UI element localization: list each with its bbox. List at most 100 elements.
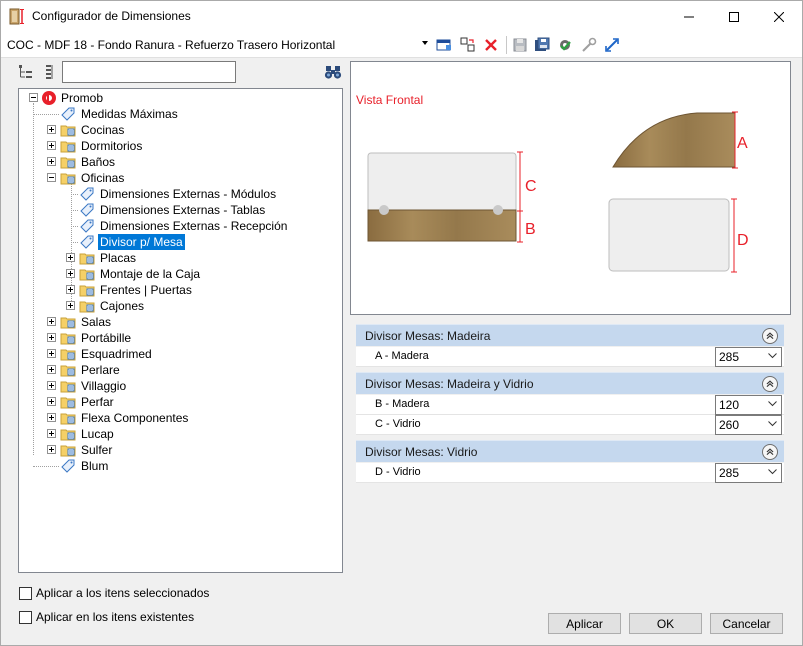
apply-existing-label[interactable]: Aplicar en los itens existentes xyxy=(36,610,194,624)
expand-expander[interactable] xyxy=(47,413,56,422)
tree-node[interactable]: Dimensiones Externas - Recepción xyxy=(19,218,342,234)
tree-node[interactable]: Cocinas xyxy=(19,122,342,138)
tree-node[interactable]: Perlare xyxy=(19,362,342,378)
tree-node[interactable]: Esquadrimed xyxy=(19,346,342,362)
tree-node[interactable]: Medidas Máximas xyxy=(19,106,342,122)
tree-node[interactable]: Frentes | Puertas xyxy=(19,282,342,298)
tree-label: Perlare xyxy=(81,363,120,377)
collapse-expander[interactable] xyxy=(29,93,38,102)
folder-icon xyxy=(60,429,76,441)
tree-node[interactable]: Flexa Componentes xyxy=(19,410,342,426)
expand-expander[interactable] xyxy=(47,349,56,358)
toolbar-separator xyxy=(506,36,507,54)
expand-expander[interactable] xyxy=(47,365,56,374)
group-title: Divisor Mesas: Madeira y Vidrio xyxy=(365,377,534,391)
property-value-select[interactable]: 260 xyxy=(715,415,782,435)
property-value-select[interactable]: 285 xyxy=(715,347,782,367)
tree-node[interactable]: Dimensiones Externas - Módulos xyxy=(19,186,342,202)
chevron-down-icon xyxy=(768,401,777,407)
expand-expander[interactable] xyxy=(47,141,56,150)
folder-icon xyxy=(60,349,76,361)
expand-expander[interactable] xyxy=(66,269,75,278)
folder-icon xyxy=(60,397,76,409)
close-button[interactable] xyxy=(756,1,802,32)
tree-node[interactable]: Sulfer xyxy=(19,442,342,458)
tree-node-promob[interactable]: Promob xyxy=(19,90,342,106)
expand-expander[interactable] xyxy=(47,445,56,454)
tree-node[interactable]: Montaje de la Caja xyxy=(19,266,342,282)
apply-selected-label[interactable]: Aplicar a los itens seleccionados xyxy=(36,586,209,600)
glass-support-left xyxy=(379,205,389,215)
minimize-button[interactable] xyxy=(666,1,712,32)
save-icon[interactable] xyxy=(511,36,529,54)
group-header-madeira[interactable]: Divisor Mesas: Madeira xyxy=(356,324,784,346)
collapse-tree-icon[interactable] xyxy=(42,64,58,80)
tree-label: Portábille xyxy=(81,331,132,345)
apply-button[interactable]: Aplicar xyxy=(548,613,621,634)
collapse-chevron-icon[interactable] xyxy=(762,328,778,344)
expand-expander[interactable] xyxy=(47,333,56,342)
tree-node[interactable]: Dimensiones Externas - Tablas xyxy=(19,202,342,218)
collapse-expander[interactable] xyxy=(47,173,56,182)
tree-node-selected[interactable]: Divisor p/ Mesa xyxy=(19,234,342,250)
ok-button[interactable]: OK xyxy=(629,613,702,634)
expand-expander[interactable] xyxy=(47,125,56,134)
group-header-vidrio[interactable]: Divisor Mesas: Vidrio xyxy=(356,440,784,462)
tree-search-input[interactable] xyxy=(62,61,236,83)
tree-label: Sulfer xyxy=(81,443,113,457)
copy-icon[interactable] xyxy=(459,36,477,54)
tree-label: Medidas Máximas xyxy=(81,107,178,121)
property-value: 285 xyxy=(719,350,740,364)
expand-tree-icon[interactable] xyxy=(18,64,34,80)
folder-icon xyxy=(60,125,76,137)
apply-existing-checkbox[interactable] xyxy=(19,611,32,624)
tree-node[interactable]: Oficinas xyxy=(19,170,342,186)
property-row-a-madera: A - Madera 285 xyxy=(356,347,784,367)
expand-expander[interactable] xyxy=(47,381,56,390)
folder-icon xyxy=(79,269,95,281)
tree-node[interactable]: Perfar xyxy=(19,394,342,410)
tree-node[interactable]: Portábille xyxy=(19,330,342,346)
tree-node[interactable]: Baños xyxy=(19,154,342,170)
configuration-dropdown-caret[interactable] xyxy=(422,41,428,45)
tree-node[interactable]: Blum xyxy=(19,458,342,474)
property-row-c-vidrio: C - Vidrio 260 xyxy=(356,415,784,435)
property-row-d-vidrio: D - Vidrio 285 xyxy=(356,463,784,483)
tree-node[interactable]: Salas xyxy=(19,314,342,330)
expand-expander[interactable] xyxy=(47,429,56,438)
delete-icon[interactable] xyxy=(482,36,500,54)
expand-expander[interactable] xyxy=(47,397,56,406)
tree-label: Dormitorios xyxy=(81,139,143,153)
property-value-select[interactable]: 285 xyxy=(715,463,782,483)
dimension-tree[interactable]: Promob Medidas Máximas Cocinas Dormitori… xyxy=(18,88,343,573)
property-value: 120 xyxy=(719,398,740,412)
expand-expander[interactable] xyxy=(66,301,75,310)
collapse-chevron-icon[interactable] xyxy=(762,376,778,392)
tools-icon[interactable] xyxy=(580,36,598,54)
tree-node[interactable]: Cajones xyxy=(19,298,342,314)
cancel-button[interactable]: Cancelar xyxy=(710,613,783,634)
expand-expander[interactable] xyxy=(66,285,75,294)
window-icon[interactable] xyxy=(435,36,453,54)
tree-node[interactable]: Lucap xyxy=(19,426,342,442)
tree-node[interactable]: Placas xyxy=(19,250,342,266)
expand-expander[interactable] xyxy=(47,157,56,166)
configuration-name[interactable]: COC - MDF 18 - Fondo Ranura - Refuerzo T… xyxy=(7,38,335,52)
tree-node[interactable]: Dormitorios xyxy=(19,138,342,154)
binoculars-search-icon[interactable] xyxy=(324,64,342,80)
expand-expander[interactable] xyxy=(47,317,56,326)
save-all-icon[interactable] xyxy=(533,36,551,54)
expand-expander[interactable] xyxy=(66,253,75,262)
folder-icon xyxy=(79,301,95,313)
chevron-down-icon xyxy=(768,469,777,475)
apply-selected-checkbox[interactable] xyxy=(19,587,32,600)
group-header-madeira-vidrio[interactable]: Divisor Mesas: Madeira y Vidrio xyxy=(356,372,784,394)
settings-icon[interactable] xyxy=(556,36,574,54)
tag-icon xyxy=(80,203,94,217)
tree-node[interactable]: Villaggio xyxy=(19,378,342,394)
collapse-chevron-icon[interactable] xyxy=(762,444,778,460)
property-value-select[interactable]: 120 xyxy=(715,395,782,415)
arrows-icon[interactable] xyxy=(603,36,621,54)
maximize-button[interactable] xyxy=(711,1,757,32)
property-row-b-madera: B - Madera 120 xyxy=(356,395,784,415)
